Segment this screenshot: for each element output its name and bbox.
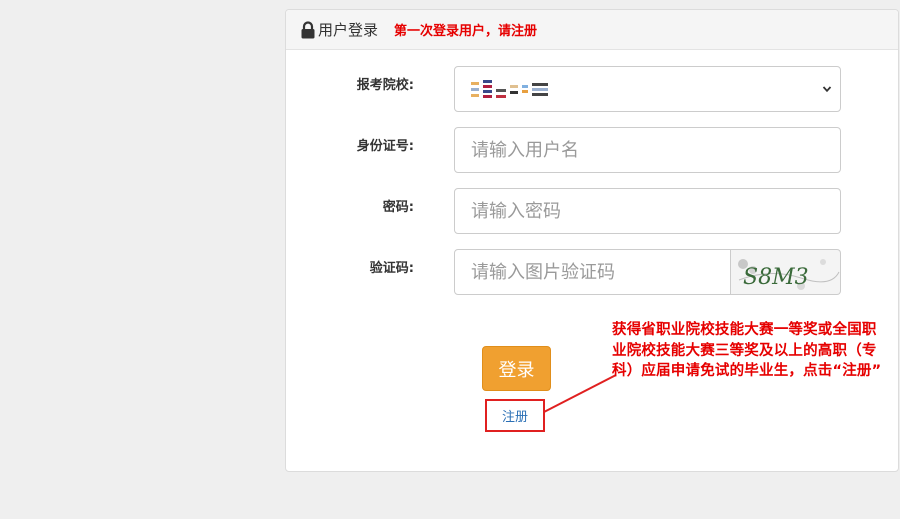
captcha-text: S8M3	[743, 265, 809, 290]
password-row: 密码:	[286, 188, 898, 234]
school-value-redacted	[471, 80, 548, 98]
id-label: 身份证号:	[356, 139, 414, 154]
first-login-hint: 第一次登录用户，请注册	[394, 24, 538, 39]
school-row: 报考院校:	[286, 66, 898, 112]
panel-header: 用户登录 第一次登录用户，请注册	[286, 10, 898, 50]
captcha-row: 验证码: S8M3	[286, 249, 898, 295]
password-input[interactable]	[454, 188, 841, 234]
chevron-down-icon	[822, 86, 832, 93]
login-button[interactable]: 登录	[482, 346, 551, 391]
captcha-input[interactable]	[454, 249, 731, 295]
school-select[interactable]	[454, 66, 841, 112]
panel-title: 用户登录	[318, 21, 379, 39]
captcha-label: 验证码:	[369, 261, 414, 276]
register-highlight-box: 注册	[485, 399, 545, 432]
register-link[interactable]: 注册	[502, 406, 528, 425]
captcha-graphic: S8M3	[738, 259, 840, 290]
id-number-input[interactable]	[454, 127, 841, 173]
captcha-image[interactable]: S8M3	[731, 249, 841, 295]
school-label: 报考院校:	[356, 78, 414, 93]
id-row: 身份证号:	[286, 127, 898, 173]
login-panel: 用户登录 第一次登录用户，请注册 报考院校: 身份证号: 请输入用户名 密码: …	[285, 9, 899, 472]
lock-icon	[301, 20, 315, 38]
register-annotation: 获得省职业院校技能大赛一等奖或全国职业院校技能大赛三等奖及以上的高职（专科）应届…	[612, 322, 882, 379]
password-label: 密码:	[382, 200, 414, 215]
